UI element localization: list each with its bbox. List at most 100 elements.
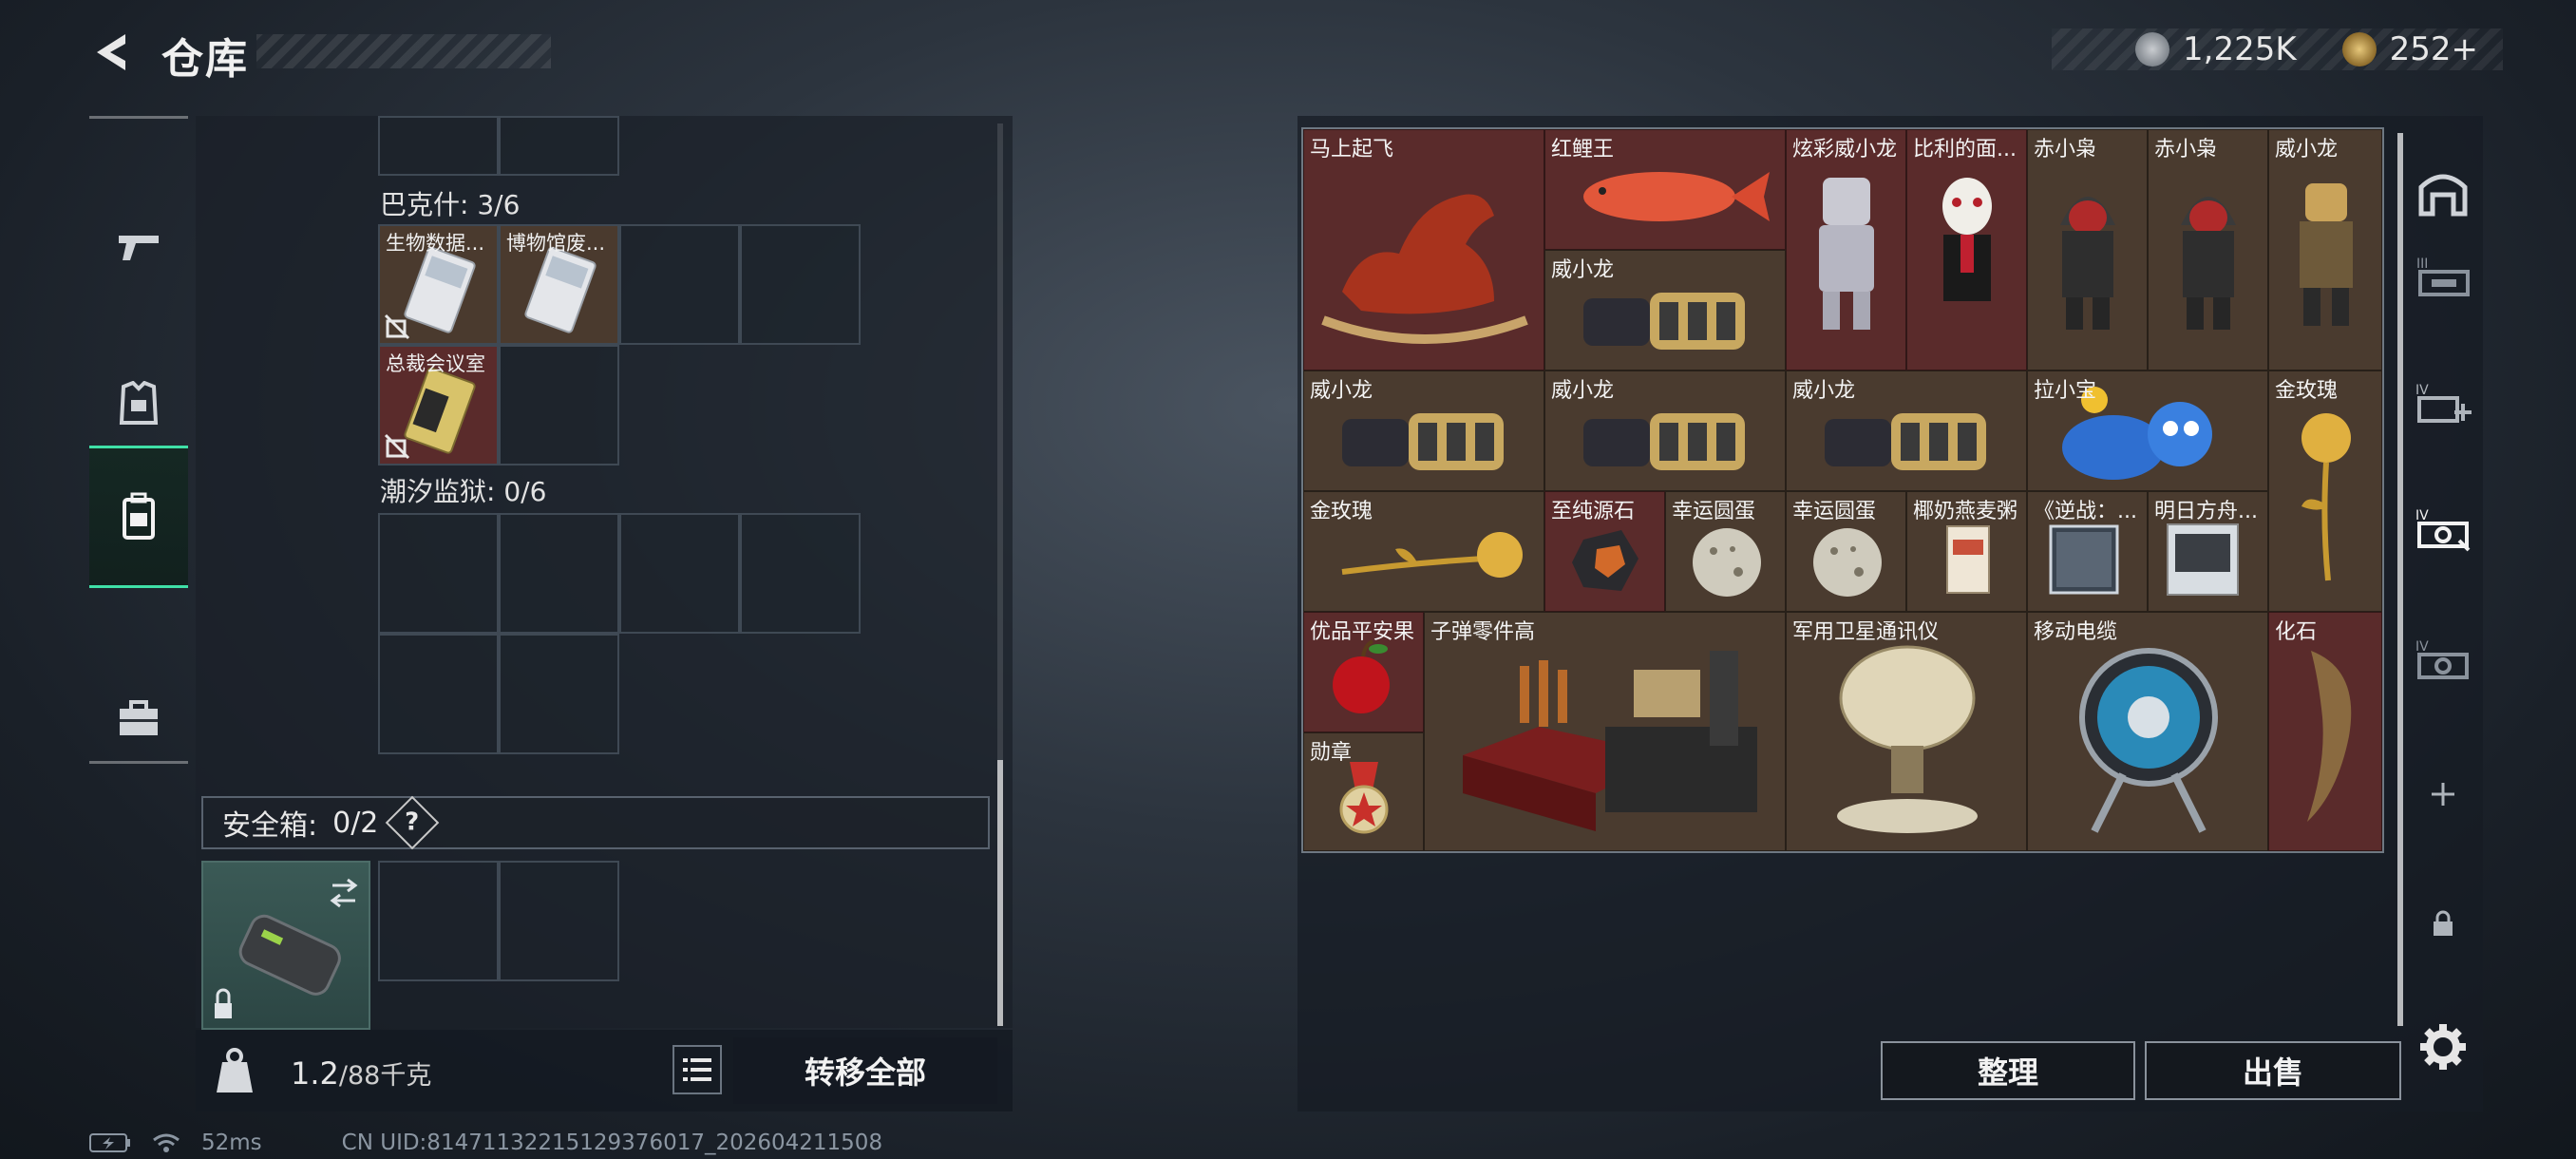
safe-box-item[interactable]: [201, 861, 370, 1030]
storage-item[interactable]: 优品平安果: [1303, 612, 1424, 732]
currency-bar: 1,225K 252+: [2052, 28, 2503, 70]
tab-storage-main[interactable]: [2413, 162, 2473, 222]
transfer-all-button[interactable]: 转移全部: [733, 1037, 997, 1104]
storage-item[interactable]: 勋章: [1303, 732, 1424, 851]
item-name: 赤小枭: [2154, 138, 2218, 162]
storage-item[interactable]: 军用卫星通讯仪: [1786, 612, 2027, 851]
item-name: 拉小宝: [2034, 379, 2097, 403]
storage-item[interactable]: 金玫瑰: [2268, 370, 2382, 612]
plus-icon: [2432, 783, 2454, 806]
item-name: 博物馆废...: [506, 232, 606, 255]
storage-item[interactable]: 明日方舟...: [2148, 491, 2268, 612]
backpack-scrollbar-thumb[interactable]: [997, 760, 1003, 1026]
storage-item[interactable]: 至纯源石: [1544, 491, 1665, 612]
svg-text:IV: IV: [2415, 383, 2429, 398]
gun-icon: [119, 236, 159, 260]
storage-tier-3-icon: III: [2416, 256, 2470, 296]
page-title: 仓库: [161, 35, 249, 84]
tab-storage-4-add[interactable]: IV: [2413, 372, 2473, 433]
storage-item[interactable]: 威小龙: [1303, 370, 1544, 491]
storage-scrollbar[interactable]: [2397, 133, 2403, 1026]
svg-text:IV: IV: [2415, 508, 2429, 523]
tab-backpack[interactable]: [89, 446, 188, 588]
tab-storage-4-b[interactable]: IV: [2413, 629, 2473, 690]
storage-item[interactable]: 威小龙: [1786, 370, 2027, 491]
storage-item[interactable]: 椰奶燕麦粥: [1906, 491, 2027, 612]
item-name: 移动电缆: [2034, 620, 2118, 644]
help-icon[interactable]: ?: [386, 795, 440, 850]
backpack-item-card[interactable]: 博物馆废...: [501, 226, 617, 343]
storage-item[interactable]: 赤小枭: [2027, 129, 2148, 370]
currency-coin-icon: [2135, 32, 2169, 66]
currency-2-value[interactable]: 252+: [2390, 30, 2478, 68]
item-name: 比利的面...: [1913, 138, 2017, 162]
left-tab-bar: [89, 116, 188, 764]
storage-item[interactable]: 威小龙: [2268, 129, 2382, 370]
storage-item[interactable]: 比利的面...: [1906, 129, 2027, 370]
item-name: 红鲤王: [1551, 138, 1615, 162]
rocking-horse-icon: [1321, 194, 1528, 344]
storage-item[interactable]: 马上起飞: [1303, 129, 1544, 370]
storage-item[interactable]: 幸运圆蛋: [1665, 491, 1786, 612]
tab-briefcase[interactable]: [89, 647, 188, 789]
status-bar: 52ms CN UID:81471132215129376017_2026042…: [89, 1130, 882, 1155]
no-transfer-icon: [384, 433, 410, 460]
grid-cell: [619, 224, 740, 345]
storage-item[interactable]: 化石: [2268, 612, 2382, 851]
storage-item[interactable]: 移动电缆: [2027, 612, 2268, 851]
no-transfer-icon: [384, 314, 410, 340]
grid-cell: [740, 224, 861, 345]
storage-tier-4-add-icon: IV: [2415, 383, 2472, 423]
storage-item[interactable]: 幸运圆蛋: [1786, 491, 1906, 612]
safe-box-slot: [378, 861, 499, 981]
safe-box-header: 安全箱: 0/2 ?: [201, 795, 990, 850]
storage-grid: 马上起飞 红鲤王 炫彩威小龙 比利的面... 赤小枭 赤小枭 威小龙 威小龙 威…: [1301, 127, 2384, 853]
storage-item[interactable]: 威小龙: [1544, 250, 1786, 370]
hooded-figurine-icon: [2181, 197, 2236, 330]
item-name: 化石: [2275, 620, 2318, 644]
svg-text:IV: IV: [2415, 639, 2429, 655]
item-name: 金玫瑰: [1310, 500, 1373, 523]
item-name: 明日方舟...: [2154, 500, 2258, 523]
storage-item[interactable]: 红鲤王: [1544, 129, 1786, 250]
item-name: 威小龙: [2275, 138, 2339, 162]
storage-item[interactable]: 子弹零件高: [1424, 612, 1786, 851]
sort-button[interactable]: 整理: [1881, 1041, 2135, 1100]
backpack-icon: [123, 492, 155, 540]
tab-storage-3[interactable]: III: [2413, 245, 2473, 306]
grid-cell: [378, 513, 499, 634]
add-storage-button[interactable]: [2413, 764, 2473, 825]
tab-storage-4-active[interactable]: IV: [2413, 498, 2473, 559]
storage-tier-4-icon: IV: [2415, 639, 2469, 679]
item-name: 《逆战：...: [2034, 500, 2137, 523]
title-stripe-decoration: [256, 34, 551, 68]
item-name: 总裁会议室: [386, 352, 485, 375]
hooded-figurine-icon: [2060, 197, 2115, 330]
fossil-claw-icon: [2307, 651, 2352, 822]
locked-storage-slot[interactable]: [2413, 893, 2473, 954]
settings-button[interactable]: [2416, 1020, 2470, 1074]
ping-readout: 52ms: [201, 1130, 262, 1155]
storage-item[interactable]: 赤小枭: [2148, 129, 2268, 370]
storage-item[interactable]: 炫彩威小龙: [1786, 129, 1906, 370]
storage-item[interactable]: 《逆战：...: [2027, 491, 2148, 612]
item-name: 金玫瑰: [2275, 379, 2339, 403]
item-name: 威小龙: [1792, 379, 1856, 403]
grid-cell: [499, 116, 619, 176]
currency-1-value: 1,225K: [2183, 30, 2297, 68]
storage-item[interactable]: 威小龙: [1544, 370, 1786, 491]
briefcase-icon: [120, 700, 158, 735]
safe-box-slot: [499, 861, 619, 981]
cable-reel-icon: [2079, 648, 2218, 833]
storage-item[interactable]: 金玫瑰: [1303, 491, 1544, 612]
back-arrow-icon[interactable]: [87, 28, 135, 76]
armor-vest-icon: [119, 381, 159, 425]
weight-total: /88千克: [338, 1061, 432, 1091]
item-name: 至纯源石: [1551, 500, 1636, 523]
sell-button[interactable]: 出售: [2145, 1041, 2401, 1100]
storage-item[interactable]: 拉小宝: [2027, 370, 2268, 491]
list-view-button[interactable]: [672, 1045, 722, 1094]
item-name: 子弹零件高: [1430, 620, 1536, 644]
battery-icon: [89, 1133, 130, 1152]
tab-weapons[interactable]: [89, 176, 188, 318]
